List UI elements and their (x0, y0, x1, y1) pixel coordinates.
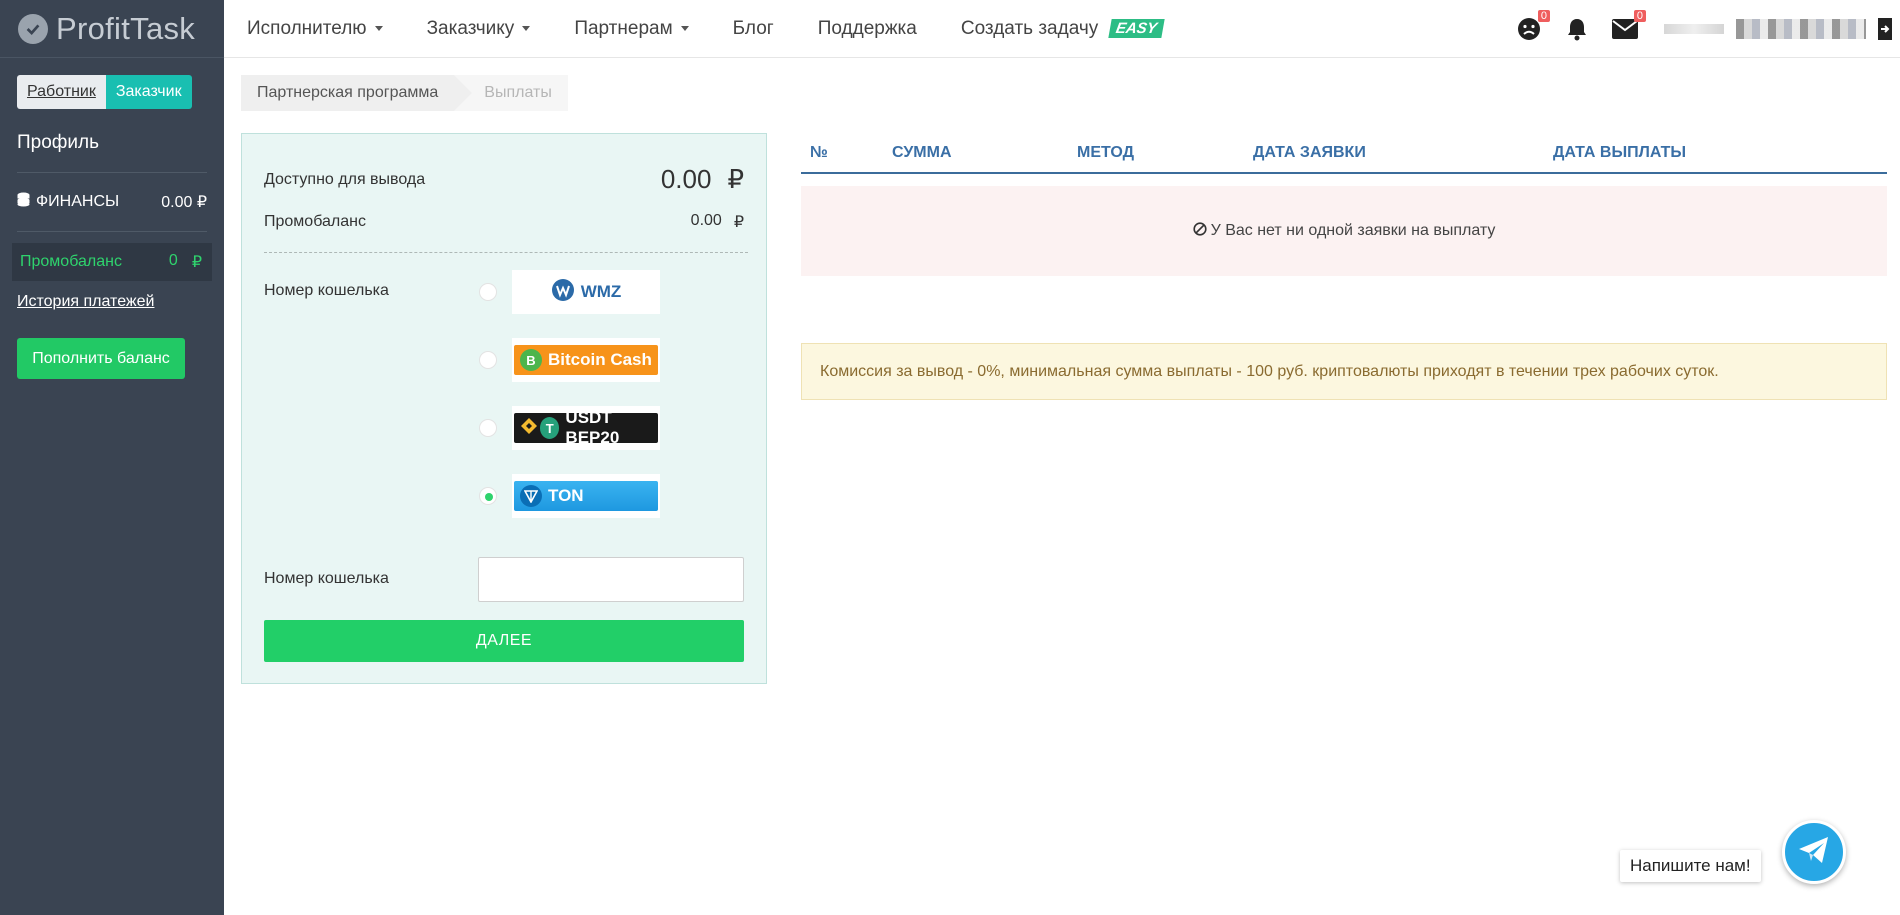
nav-customer-label: Заказчику (426, 17, 515, 39)
available-currency: ₽ (727, 164, 744, 194)
divider (264, 252, 748, 253)
available-label: Доступно для вывода (264, 170, 426, 188)
method-wmz[interactable]: WMZ (512, 270, 660, 314)
withdraw-panel: Доступно для вывода 0.00 ₽ Промобаланс 0… (241, 133, 767, 684)
col-amount[interactable]: СУММА (892, 144, 952, 162)
nav-right: 0 0 (1494, 0, 1900, 58)
promo-balance-label: Промобаланс (264, 213, 366, 230)
method-bitcoin-cash-label: Bitcoin Cash (548, 350, 652, 369)
nav-support[interactable]: Поддержка (818, 18, 917, 40)
col-request-date[interactable]: ДАТА ЗАЯВКИ (1253, 144, 1366, 162)
next-button[interactable]: ДАЛЕЕ (264, 620, 744, 662)
ton-icon (520, 485, 542, 507)
promo-balance-currency: ₽ (733, 214, 744, 231)
finance-row[interactable]: ФИНАНСЫ 0.00 ₽ (17, 172, 207, 232)
sad-face-icon[interactable]: 0 (1516, 10, 1550, 42)
database-icon (17, 192, 30, 213)
nav-blog[interactable]: Блог (733, 18, 774, 40)
method-wmz-label: WMZ (580, 282, 622, 301)
finance-label: ФИНАНСЫ (36, 193, 120, 210)
empty-payouts-message: У Вас нет ни одной заявки на выплату (801, 186, 1887, 276)
bitcoin-cash-icon: B (520, 349, 542, 371)
mail-badge: 0 (1633, 10, 1646, 22)
finance-value: 0.00 ₽ (161, 194, 207, 211)
webmoney-icon (551, 278, 575, 307)
user-balance-blurred (1664, 24, 1724, 34)
nav-partners[interactable]: Партнерам (574, 17, 689, 40)
promo-label: Промобаланс (20, 253, 122, 270)
nav-customer[interactable]: Заказчику (427, 18, 531, 40)
payouts-table-header: № СУММА МЕТОД ДАТА ЗАЯВКИ ДАТА ВЫПЛАТЫ (801, 138, 1887, 174)
easy-badge: EASY (1108, 19, 1165, 38)
available-value: 0.00 (660, 164, 712, 194)
bnb-icon (520, 417, 538, 440)
logo[interactable]: ProfitTask (0, 0, 224, 58)
caret-down-icon (680, 26, 689, 31)
breadcrumb-partner-program[interactable]: Партнерская программа (241, 75, 473, 111)
user-avatar-blurred[interactable] (1736, 19, 1866, 39)
caret-down-icon (374, 26, 383, 31)
chat-label[interactable]: Напишите нам! (1620, 850, 1761, 882)
wallet-number-input[interactable] (478, 557, 744, 602)
logo-text: ProfitTask (56, 10, 196, 46)
nav-partners-label: Партнерам (574, 17, 673, 39)
role-customer-button[interactable]: Заказчик (105, 75, 192, 109)
logout-icon[interactable] (1878, 18, 1892, 40)
method-ton-label: TON (548, 486, 584, 505)
radio-ton[interactable] (479, 487, 497, 505)
role-worker-button[interactable]: Работник (17, 75, 106, 109)
method-usdt-bep20[interactable]: T USDT BEP20 (512, 406, 660, 450)
topup-balance-button[interactable]: Пополнить баланс (17, 338, 185, 379)
radio-bitcoin-cash[interactable] (479, 351, 497, 369)
method-bitcoin-cash[interactable]: B Bitcoin Cash (512, 338, 660, 382)
sidebar: ProfitTask Работник Заказчик Профиль ФИН… (0, 0, 224, 915)
col-payout-date[interactable]: ДАТА ВЫПЛАТЫ (1553, 144, 1686, 162)
mail-icon[interactable]: 0 (1612, 10, 1646, 42)
telegram-icon (1797, 835, 1831, 870)
nav-create-task[interactable]: Создать задачу EASY (960, 17, 1165, 40)
telegram-chat-button[interactable] (1782, 820, 1846, 884)
col-method[interactable]: МЕТОД (1077, 144, 1134, 162)
method-ton[interactable]: TON (512, 474, 660, 518)
radio-usdt-bep20[interactable] (479, 419, 497, 437)
promo-currency: ₽ (191, 254, 202, 271)
col-number[interactable]: № (810, 144, 828, 162)
profile-title: Профиль (17, 132, 100, 153)
empty-payouts-text: У Вас нет ни одной заявки на выплату (1210, 222, 1496, 239)
logo-check-icon (18, 13, 48, 44)
wallet-method-label: Номер кошелька (264, 282, 389, 299)
mood-badge: 0 (1537, 10, 1550, 22)
method-usdt-label: USDT BEP20 (565, 408, 620, 447)
promo-value: 0 (168, 252, 178, 269)
promo-balance-value: 0.00 (690, 212, 722, 229)
tether-icon: T (540, 417, 560, 439)
bell-icon[interactable] (1564, 16, 1590, 42)
nav-create-task-label: Создать задачу (960, 17, 1099, 39)
top-navigation: Исполнителю Заказчику Партнерам Блог Под… (224, 0, 1900, 58)
nav-performer[interactable]: Исполнителю (247, 18, 383, 40)
wallet-number-label: Номер кошелька (264, 570, 389, 587)
commission-notice: Комиссия за вывод - 0%, минимальная сумм… (801, 343, 1887, 400)
payment-history-link[interactable]: История платежей (17, 293, 154, 311)
promo-balance-row[interactable]: Промобаланс 0 ₽ (12, 243, 212, 281)
breadcrumb: Партнерская программа Выплаты (241, 75, 568, 111)
radio-wmz[interactable] (479, 283, 497, 301)
nav-performer-label: Исполнителю (247, 17, 367, 39)
role-switch: Работник Заказчик (17, 75, 192, 109)
caret-down-icon (522, 26, 531, 31)
ban-icon (1192, 221, 1207, 241)
